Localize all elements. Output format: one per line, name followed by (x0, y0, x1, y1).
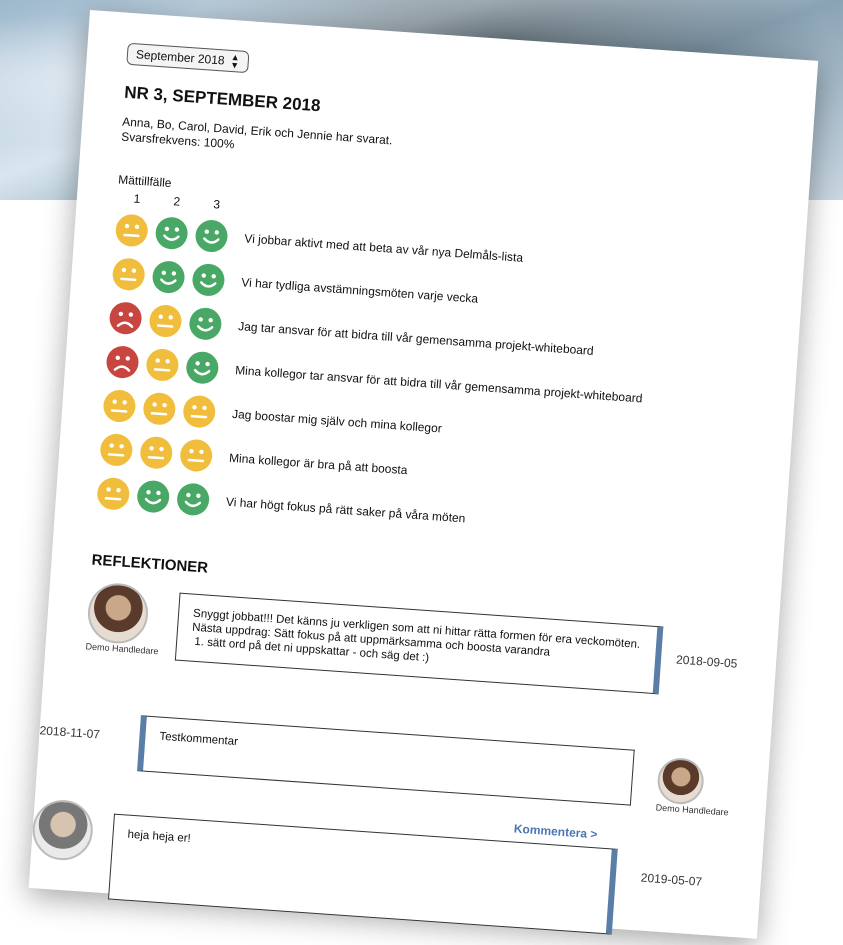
reflection-date: 2019-05-07 (640, 870, 703, 889)
happy-face-icon (184, 350, 220, 386)
reflection-text: Testkommentar (159, 730, 239, 749)
question-row: Vi har högt fokus på rätt saker på våra … (95, 476, 466, 536)
neutral-face-icon (144, 347, 180, 383)
author-block: Demo Handledare (85, 581, 163, 657)
neutral-face-icon (178, 437, 214, 473)
author-name: Demo Handledare (85, 641, 159, 657)
month-select-value: September 2018 (135, 47, 226, 68)
neutral-face-icon (138, 435, 174, 471)
avatar (30, 798, 95, 863)
reflection-bubble: Testkommentar (137, 715, 635, 806)
sad-face-icon (104, 344, 140, 380)
question-text: Mina kollegor tar ansvar för att bidra t… (234, 363, 643, 406)
author-name: Demo Handledare (655, 802, 729, 818)
happy-face-icon (150, 259, 186, 295)
responders-info: Anna, Bo, Carol, David, Erik och Jennie … (121, 115, 393, 164)
neutral-face-icon (114, 212, 150, 248)
happy-face-icon (193, 218, 229, 254)
avatar (656, 756, 706, 806)
neutral-face-icon (101, 388, 137, 424)
question-text: Vi har högt fokus på rätt saker på våra … (225, 494, 466, 526)
question-text: Jag boostar mig själv och mina kollegor (231, 406, 443, 436)
neutral-face-icon (98, 432, 134, 468)
sad-face-icon (107, 300, 143, 336)
measurement-col-2: 2 (173, 194, 181, 209)
reflection-bubble: Snyggt jobbat!!! Det känns ju verkligen … (174, 592, 664, 695)
neutral-face-icon (141, 391, 177, 427)
reflection-date: 2018-09-05 (675, 652, 738, 671)
report-sheet: September 2018 ▲ ▼ NR 3, SEPTEMBER 2018 A… (28, 10, 819, 939)
question-text: Mina kollegor är bra på att boosta (228, 450, 408, 478)
author-block: Demo Handledare (655, 756, 732, 819)
updown-icon: ▲ ▼ (229, 51, 241, 71)
author-block (30, 798, 95, 863)
reflections-heading: REFLEKTIONER (91, 551, 209, 577)
question-text: Jag tar ansvar för att bidra till vår ge… (237, 319, 595, 358)
measurement-col-1: 1 (133, 191, 141, 206)
neutral-face-icon (147, 303, 183, 339)
question-text: Vi har tydliga avstämningsmöten varje ve… (240, 275, 479, 306)
reflection-date: 2018-11-07 (39, 723, 101, 742)
happy-face-icon (135, 478, 171, 514)
page-title: NR 3, SEPTEMBER 2018 (123, 82, 322, 116)
happy-face-icon (175, 481, 211, 517)
avatar (85, 581, 150, 646)
measurement-columns: 1 2 3 (117, 190, 238, 212)
month-select[interactable]: September 2018 ▲ ▼ (126, 42, 250, 74)
happy-face-icon (190, 262, 226, 298)
happy-face-icon (187, 306, 223, 342)
measurement-label: Mättillfälle (117, 172, 172, 191)
happy-face-icon (153, 215, 189, 251)
comment-link[interactable]: Kommentera > (513, 822, 597, 842)
measurement-col-3: 3 (212, 197, 221, 212)
neutral-face-icon (181, 393, 217, 429)
neutral-face-icon (95, 476, 131, 512)
question-text: Vi jobbar aktivt med att beta av vår nya… (243, 231, 524, 265)
neutral-face-icon (111, 256, 147, 292)
